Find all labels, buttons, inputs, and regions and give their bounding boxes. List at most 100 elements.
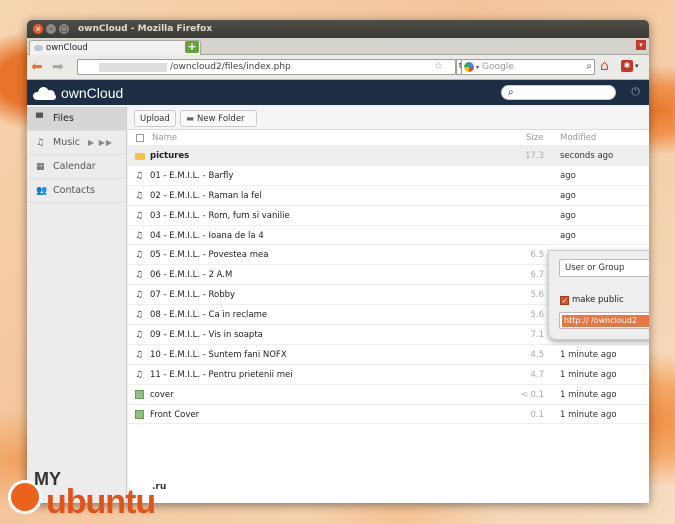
file-name[interactable]: 09 - E.M.I.L. - Vis in soapta xyxy=(150,330,263,340)
public-link-text: http:// /owncloud2 xyxy=(562,315,649,327)
contacts-icon: 👥 xyxy=(36,185,48,196)
column-name[interactable]: Name xyxy=(152,133,177,143)
app-search-icon: ⌕ xyxy=(508,87,514,98)
table-row[interactable]: ♫ 02 - E.M.I.L. - Raman la fel ago xyxy=(128,186,649,206)
file-size: 6.7 xyxy=(530,270,544,281)
new-tab-button[interactable]: + xyxy=(185,41,199,53)
new-folder-button[interactable]: ▬ New Folder xyxy=(180,110,257,127)
owncloud-logo[interactable]: ownCloud xyxy=(33,85,123,101)
play-controls[interactable]: ▶ ▶▶ xyxy=(88,138,113,147)
tab-title: ownCloud xyxy=(46,43,88,53)
logout-icon[interactable]: ⏻ xyxy=(631,85,640,99)
addon-icon[interactable]: ✱ xyxy=(621,60,633,72)
music-file-icon: ♫ xyxy=(135,190,144,201)
browser-tab[interactable]: ownCloud × xyxy=(29,40,201,55)
file-name[interactable]: 10 - E.M.I.L. - Suntem fani NOFX xyxy=(150,350,287,360)
file-name[interactable]: 05 - E.M.I.L. - Povestea mea xyxy=(150,250,268,260)
site-watermark: MY ubuntu .ru xyxy=(6,468,176,520)
select-all-checkbox[interactable] xyxy=(136,134,144,142)
file-name[interactable]: 07 - E.M.I.L. - Robby xyxy=(150,290,235,300)
file-modified: 1 minute ago xyxy=(560,349,617,360)
folder-icon: ▀ xyxy=(36,113,43,124)
file-modified: 1 minute ago xyxy=(560,389,617,400)
watermark-ubuntu: ubuntu xyxy=(46,483,156,521)
sidebar-item-calendar[interactable]: ▦ Calendar xyxy=(27,155,126,179)
table-row[interactable]: cover < 0.1 1 minute ago xyxy=(128,385,649,405)
sidebar: ▀ Files ♫ Music ▶ ▶▶ ▦ Calendar 👥 Contac… xyxy=(27,107,127,503)
file-name[interactable]: 11 - E.M.I.L. - Pentru prietenii mei xyxy=(150,370,293,380)
music-file-icon: ♫ xyxy=(135,349,144,360)
column-modified[interactable]: Modified xyxy=(560,133,596,143)
cloud-logo-icon xyxy=(33,86,61,100)
make-public-toggle[interactable]: ✓ make public xyxy=(560,295,624,305)
file-name[interactable]: 06 - E.M.I.L. - 2 A.M xyxy=(150,270,232,280)
bookmark-star-icon[interactable]: ☆ xyxy=(434,61,443,72)
file-size: 5.6 xyxy=(530,310,544,321)
file-name[interactable]: pictures xyxy=(150,151,189,161)
forward-arrow-icon[interactable]: ➡ xyxy=(52,60,64,74)
new-folder-icon: ▬ xyxy=(186,113,195,124)
navigation-bar: ⬅ ➡ /owncloud2/files/index.php ☆ ↻ ▾ Goo… xyxy=(27,55,649,80)
url-bar[interactable]: /owncloud2/files/index.php ☆ ↻ xyxy=(77,59,468,75)
upload-button[interactable]: Upload xyxy=(134,110,176,127)
file-name[interactable]: 04 - E.M.I.L. - Ioana de la 4 xyxy=(150,231,264,241)
home-icon[interactable]: ⌂ xyxy=(600,58,616,74)
url-text: /owncloud2/files/index.php xyxy=(170,62,291,72)
back-arrow-icon[interactable]: ⬅ xyxy=(31,60,43,74)
music-file-icon: ♫ xyxy=(135,230,144,241)
title-bar: × – □ ownCloud - Mozilla Firefox xyxy=(27,20,649,38)
file-modified: ago xyxy=(560,210,576,221)
file-name[interactable]: 01 - E.M.I.L. - Barfly xyxy=(150,171,233,181)
search-icon[interactable]: ⌕ xyxy=(586,61,592,72)
tab-list-icon[interactable]: ▾ xyxy=(636,40,646,50)
music-file-icon: ♫ xyxy=(135,270,144,281)
music-file-icon: ♫ xyxy=(135,310,144,321)
table-row[interactable]: ♫ 10 - E.M.I.L. - Suntem fani NOFX 4.5 1 mi… xyxy=(128,345,649,365)
music-file-icon: ♫ xyxy=(135,290,144,301)
table-row[interactable]: ♫ 03 - E.M.I.L. - Rom, fum si vanilie ago xyxy=(128,206,649,226)
music-file-icon: ♫ xyxy=(135,369,144,380)
file-modified: 1 minute ago xyxy=(560,369,617,380)
share-with-select[interactable]: User or Group ▼ xyxy=(559,259,649,277)
table-row[interactable]: ♫ 01 - E.M.I.L. - Barfly ago xyxy=(128,166,649,186)
file-name[interactable]: 08 - E.M.I.L. - Ca in reclame xyxy=(150,310,267,320)
public-link-field[interactable]: http:// /owncloud2 xyxy=(559,312,649,329)
file-size: 4.7 xyxy=(530,369,544,380)
close-window-icon[interactable]: × xyxy=(33,24,43,34)
redacted-host xyxy=(99,62,167,72)
table-header: Name Size Modified xyxy=(128,130,649,146)
maximize-window-icon[interactable]: □ xyxy=(59,24,69,34)
file-size: 6.5 xyxy=(530,250,544,261)
file-name[interactable]: 02 - E.M.I.L. - Raman la fel xyxy=(150,191,262,201)
file-name[interactable]: Front Cover xyxy=(150,410,199,420)
file-size: 7.1 xyxy=(530,330,544,341)
file-size: 17.3 xyxy=(525,151,544,161)
file-name[interactable]: cover xyxy=(150,390,174,400)
file-name[interactable]: 03 - E.M.I.L. - Rom, fum si vanilie xyxy=(150,211,290,221)
search-placeholder: Google xyxy=(482,62,514,72)
files-content: Upload ▬ New Folder Name Size Modified p… xyxy=(128,107,649,503)
file-modified: ago xyxy=(560,230,576,241)
table-row[interactable]: ♫ 04 - E.M.I.L. - Ioana de la 4 ago xyxy=(128,226,649,246)
calendar-icon: ▦ xyxy=(36,161,45,172)
table-row[interactable]: Front Cover 0.1 1 minute ago xyxy=(128,405,649,425)
tab-bar: ownCloud × + ▾ xyxy=(27,38,649,55)
file-size: < 0.1 xyxy=(520,389,544,400)
engine-dropdown-icon[interactable]: ▾ xyxy=(476,64,479,71)
file-modified: ago xyxy=(560,170,576,181)
make-public-checkbox[interactable]: ✓ xyxy=(560,295,569,305)
minimize-window-icon[interactable]: – xyxy=(46,24,56,34)
sidebar-item-files[interactable]: ▀ Files xyxy=(27,107,126,131)
search-bar[interactable]: ▾ Google ⌕ xyxy=(461,59,595,75)
file-modified: 1 minute ago xyxy=(560,409,617,420)
table-row[interactable]: pictures 17.3 seconds ago xyxy=(128,146,649,166)
table-row[interactable]: ♫ 11 - E.M.I.L. - Pentru prietenii mei 4.7… xyxy=(128,365,649,385)
music-file-icon: ♫ xyxy=(135,250,144,261)
app-search-input[interactable]: ⌕ xyxy=(501,85,616,100)
cloud-favicon-icon xyxy=(34,45,43,51)
sidebar-item-music[interactable]: ♫ Music ▶ ▶▶ xyxy=(27,131,126,155)
sidebar-item-contacts[interactable]: 👥 Contacts xyxy=(27,179,126,203)
addon-dropdown-icon[interactable]: ▾ xyxy=(635,62,639,70)
column-size[interactable]: Size xyxy=(526,133,543,143)
file-modified: seconds ago xyxy=(560,151,614,161)
